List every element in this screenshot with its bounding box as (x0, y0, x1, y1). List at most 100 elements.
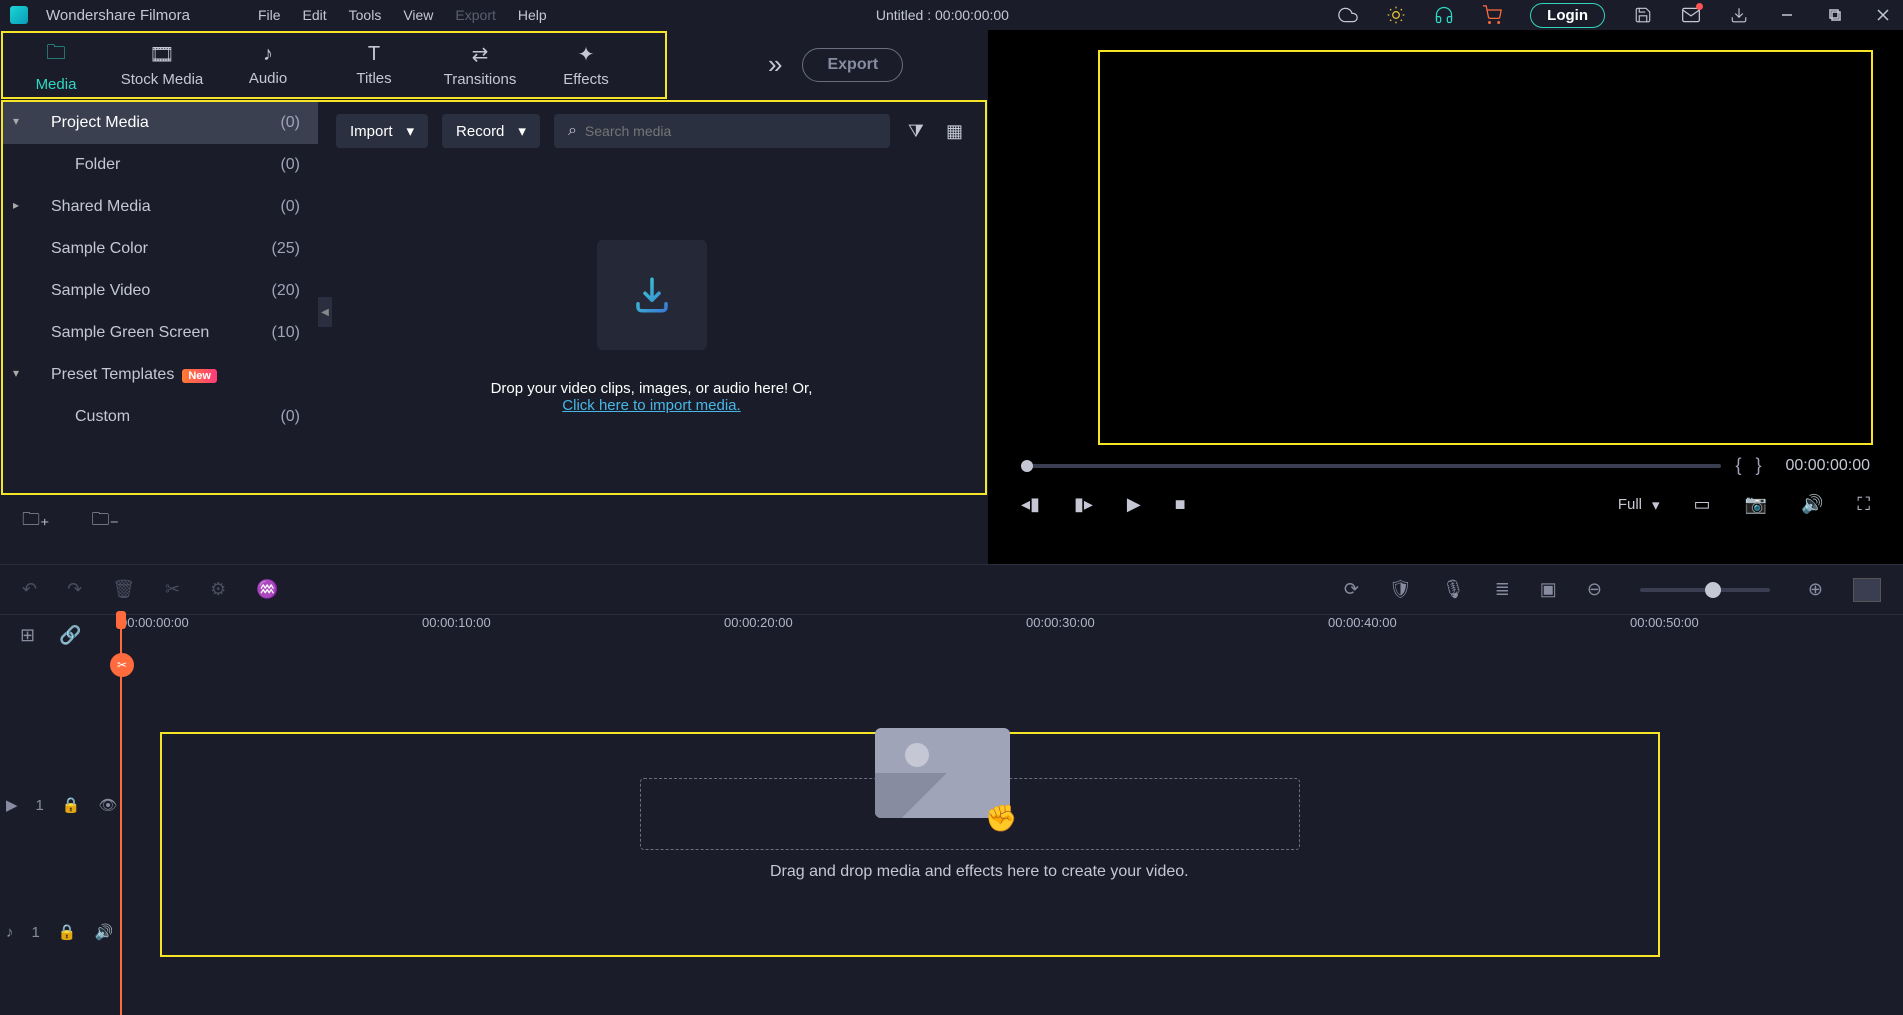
support-icon[interactable] (1434, 5, 1454, 25)
download-icon[interactable] (1729, 5, 1749, 25)
filter-icon[interactable]: ⧩ (904, 117, 928, 146)
timeline-ruler[interactable]: ✂ 00:00:00:00 00:00:10:00 00:00:20:00 00… (120, 615, 1903, 617)
media-drop-zone[interactable]: Drop your video clips, images, or audio … (318, 160, 985, 493)
search-box[interactable]: ⌕ (554, 114, 890, 148)
zoom-in-icon[interactable]: ⊕ (1808, 579, 1823, 600)
delete-icon[interactable]: 🗑 (112, 579, 135, 600)
tab-audio[interactable]: ♪Audio (215, 33, 321, 97)
remove-folder-icon[interactable]: 🗀₋ (88, 503, 124, 541)
scissors-icon[interactable]: ✂ (110, 653, 134, 677)
mark-out-button[interactable]: } (1755, 455, 1761, 476)
search-input[interactable] (585, 123, 876, 139)
redo-icon[interactable]: ↷ (67, 579, 82, 600)
media-sidebar: ▾Project Media(0) Folder(0) ▸Shared Medi… (3, 102, 318, 493)
render-icon[interactable]: ⟳ (1344, 579, 1359, 600)
tab-media[interactable]: 🗀Media (3, 33, 109, 97)
add-track-icon[interactable]: ⊞ (20, 625, 35, 646)
seek-bar: { } 00:00:00:00 (1003, 445, 1888, 486)
menu-help[interactable]: Help (518, 7, 547, 23)
record-dropdown[interactable]: Record▾ (442, 114, 540, 148)
zoom-thumb[interactable] (1705, 582, 1721, 598)
transition-icon: ⇄ (472, 42, 489, 67)
collapse-sidebar-button[interactable]: ◀ (318, 297, 332, 327)
cart-icon[interactable] (1482, 5, 1502, 25)
undo-icon[interactable]: ↶ (22, 579, 37, 600)
zoom-slider[interactable] (1640, 588, 1770, 592)
add-folder-icon[interactable]: 🗀₊ (18, 503, 54, 541)
fullscreen-icon[interactable]: ⛶ (1857, 494, 1870, 515)
lock-icon[interactable]: 🔒 (58, 923, 77, 941)
playhead[interactable]: ✂ (120, 615, 122, 1015)
export-button[interactable]: Export (802, 48, 903, 82)
sidebar-item-custom[interactable]: Custom(0) (3, 396, 318, 438)
minimize-icon[interactable] (1777, 5, 1797, 25)
marker-icon[interactable]: 🛡 (1389, 579, 1412, 600)
voiceover-icon[interactable]: 🎙 (1442, 579, 1465, 600)
sidebar-item-preset-templates[interactable]: ▾Preset TemplatesNew (3, 354, 318, 396)
grab-cursor-icon: ✊ (985, 803, 1017, 834)
login-button[interactable]: Login (1530, 3, 1605, 28)
sidebar-item-sample-green-screen[interactable]: Sample Green Screen(10) (3, 312, 318, 354)
chevron-down-icon: ▾ (13, 114, 19, 128)
mute-icon[interactable]: 🔊 (95, 923, 114, 941)
display-icon[interactable]: ▭ (1694, 494, 1711, 515)
settings-icon[interactable]: ⚙ (210, 579, 226, 600)
seek-thumb[interactable] (1021, 460, 1033, 472)
preview-pane (1098, 50, 1873, 445)
audio-wave-icon[interactable]: ♒ (256, 579, 278, 600)
save-icon[interactable] (1633, 5, 1653, 25)
cloud-icon[interactable] (1338, 5, 1358, 25)
stop-button[interactable]: ■ (1175, 494, 1186, 515)
prev-frame-button[interactable]: ◂▮ (1021, 494, 1040, 515)
text-icon: T (368, 43, 380, 66)
sidebar-item-shared-media[interactable]: ▸Shared Media(0) (3, 186, 318, 228)
sidebar-item-folder[interactable]: Folder(0) (3, 144, 318, 186)
volume-icon[interactable]: 🔊 (1801, 494, 1823, 515)
visibility-icon[interactable]: 👁 (99, 796, 118, 814)
quality-dropdown[interactable]: Full▾ (1618, 496, 1660, 514)
chevron-right-icon: ▸ (13, 198, 19, 212)
audio-track-icon: ♪ (6, 924, 14, 941)
tab-stock-media[interactable]: 🎞Stock Media (109, 33, 215, 97)
lock-icon[interactable]: 🔒 (62, 796, 81, 814)
play-pause-button[interactable]: ▮▸ (1074, 494, 1093, 515)
maximize-icon[interactable] (1825, 5, 1845, 25)
sidebar-item-project-media[interactable]: ▾Project Media(0) (3, 102, 318, 144)
new-badge: New (182, 369, 217, 383)
split-icon[interactable]: ✂ (165, 579, 180, 600)
close-icon[interactable] (1873, 5, 1893, 25)
play-button[interactable]: ▶ (1127, 494, 1141, 515)
seek-track[interactable] (1021, 464, 1721, 468)
import-media-link[interactable]: Click here to import media. (562, 397, 740, 414)
tab-transitions[interactable]: ⇄Transitions (427, 33, 533, 97)
menu-tools[interactable]: Tools (349, 7, 382, 23)
more-tabs-button[interactable]: » (768, 49, 782, 80)
tab-titles[interactable]: TTitles (321, 33, 427, 97)
zoom-fit-button[interactable] (1853, 578, 1881, 602)
snapshot-icon[interactable]: 📷 (1745, 494, 1767, 515)
sidebar-item-sample-color[interactable]: Sample Color(25) (3, 228, 318, 270)
drop-zone-text: Drop your video clips, images, or audio … (491, 380, 813, 414)
track-area[interactable]: ▶1 🔒 👁 ♪1 🔒 🔊 ✊ Drag and drop media and … (0, 668, 1903, 998)
tab-effects[interactable]: ✦Effects (533, 33, 639, 97)
chevron-down-icon: ▾ (407, 122, 415, 140)
main-menu: File Edit Tools View Export Help (258, 7, 547, 23)
menu-view[interactable]: View (403, 7, 433, 23)
zoom-out-icon[interactable]: ⊖ (1587, 579, 1602, 600)
preview-timecode: 00:00:00:00 (1785, 457, 1870, 475)
menu-edit[interactable]: Edit (303, 7, 327, 23)
import-dropdown[interactable]: Import▾ (336, 114, 428, 148)
mixer-icon[interactable]: ≣ (1495, 579, 1510, 600)
menu-export[interactable]: Export (455, 7, 495, 23)
snap-icon[interactable]: ▣ (1540, 579, 1557, 600)
timeline-ruler-row: ⊞ 🔗 ✂ 00:00:00:00 00:00:10:00 00:00:20:0… (0, 614, 1903, 668)
sidebar-item-sample-video[interactable]: Sample Video(20) (3, 270, 318, 312)
grid-view-icon[interactable]: ▦ (942, 117, 967, 146)
idea-icon[interactable] (1386, 5, 1406, 25)
link-icon[interactable]: 🔗 (59, 625, 81, 646)
timeline-hint: Drag and drop media and effects here to … (770, 863, 1189, 881)
mark-in-button[interactable]: { (1735, 455, 1741, 476)
video-track-icon: ▶ (6, 796, 18, 814)
menu-file[interactable]: File (258, 7, 281, 23)
mail-icon[interactable] (1681, 5, 1701, 25)
